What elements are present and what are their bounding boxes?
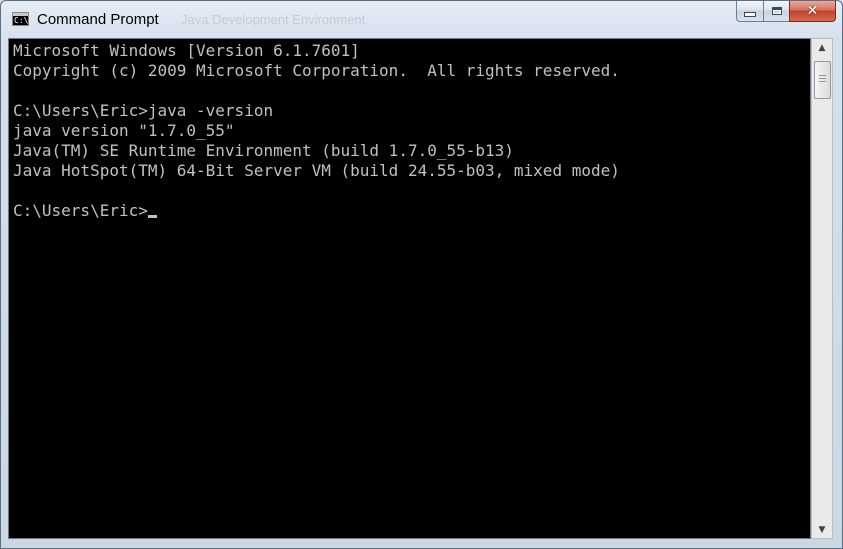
arrow-down-icon: ▼ <box>818 524 826 535</box>
console-line: Java(TM) SE Runtime Environment (build 1… <box>13 141 514 160</box>
maximize-icon <box>771 7 782 15</box>
minimize-button[interactable] <box>736 1 763 22</box>
console-output-area[interactable]: Microsoft Windows [Version 6.1.7601] Cop… <box>8 38 811 539</box>
caption-buttons: ✕ <box>736 1 836 22</box>
console-prompt: C:\Users\Eric> <box>13 201 148 220</box>
console-line: C:\Users\Eric>java -version <box>13 101 274 120</box>
arrow-up-icon: ▲ <box>818 42 826 53</box>
scrollbar-thumb[interactable] <box>814 61 831 99</box>
background-window-title: Java Development Environment <box>181 12 366 27</box>
console-text: Microsoft Windows [Version 6.1.7601] Cop… <box>13 41 620 221</box>
scroll-up-button[interactable]: ▲ <box>812 39 832 56</box>
maximize-button[interactable] <box>763 1 789 22</box>
grip-icon <box>819 75 826 84</box>
console-line: Copyright (c) 2009 Microsoft Corporation… <box>13 61 620 80</box>
command-prompt-window: C:\ Command Prompt Java Development Envi… <box>0 0 843 549</box>
text-cursor <box>147 215 157 218</box>
window-title: Command Prompt <box>37 11 159 28</box>
close-button[interactable]: ✕ <box>789 1 836 22</box>
scroll-down-button[interactable]: ▼ <box>812 521 832 538</box>
vertical-scrollbar[interactable]: ▲ ▼ <box>811 38 833 539</box>
minimize-icon <box>744 11 756 17</box>
title-bar[interactable]: C:\ Command Prompt Java Development Envi… <box>1 1 842 39</box>
close-icon: ✕ <box>806 3 819 19</box>
cmd-app-icon[interactable]: C:\ <box>12 12 29 26</box>
console-line: java version "1.7.0_55" <box>13 121 235 140</box>
console-line: Java HotSpot(TM) 64-Bit Server VM (build… <box>13 161 620 180</box>
cmd-icon-glyph: C:\ <box>14 16 29 25</box>
console-line: Microsoft Windows [Version 6.1.7601] <box>13 41 360 60</box>
